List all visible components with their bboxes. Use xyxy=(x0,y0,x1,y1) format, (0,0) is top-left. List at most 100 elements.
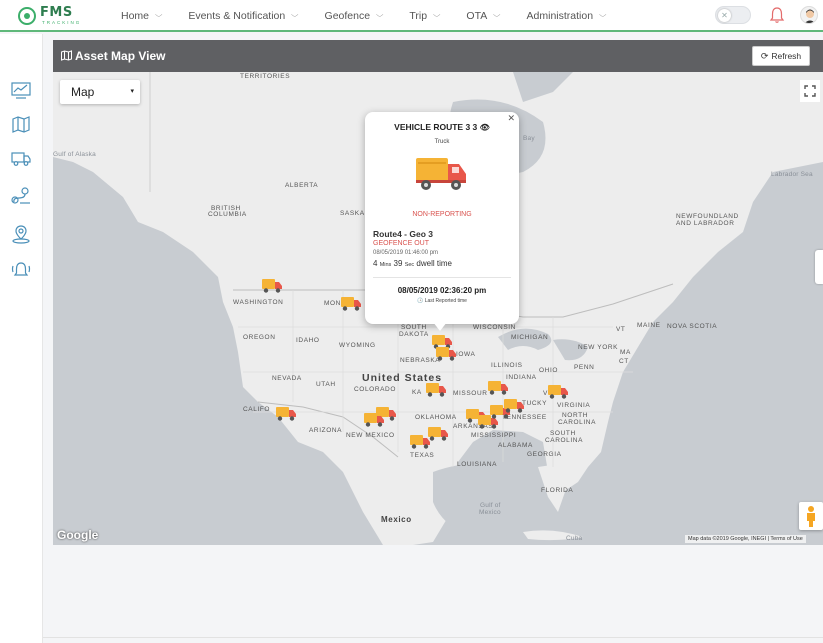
popup-route: Route4 - Geo 3 xyxy=(373,229,433,239)
asset-map[interactable]: TERRITORIES Gulf of Alaska ALBERTA BRITI… xyxy=(53,72,823,545)
map-label: TUCKY xyxy=(522,400,548,407)
map-label: FLORIDA xyxy=(541,487,574,494)
map-label: Cuba xyxy=(566,535,583,542)
map-label: COLUMBIA xyxy=(208,211,247,218)
refresh-button[interactable]: ⟳ Refresh xyxy=(752,46,810,66)
top-bar: FMS TRACKING Home ⌵ Events & Notification… xyxy=(0,0,823,32)
map-label: CAROLINA xyxy=(558,419,597,426)
truck-marker[interactable] xyxy=(363,410,385,428)
map-label: LOUISIANA xyxy=(457,461,498,468)
map-label: NOVA SCOTIA xyxy=(667,323,718,330)
nav-administration[interactable]: Administration ⌵ xyxy=(526,10,607,22)
map-label: CT xyxy=(619,358,629,365)
map-label: SOUTH xyxy=(550,430,576,437)
dwell-secs-unit: Sec xyxy=(404,262,415,268)
map-label: WASHINGTON xyxy=(233,299,284,306)
popup-status: NON-REPORTING xyxy=(412,211,472,218)
map-label: VIRGINIA xyxy=(557,402,591,409)
street-view-pegman-icon[interactable] xyxy=(799,502,823,530)
map-label: ARIZONA xyxy=(309,427,343,434)
main-nav: Home ⌵ Events & Notification ⌵ Geofence ⌵ T… xyxy=(121,0,607,32)
popup-vehicle-type: Truck xyxy=(434,139,450,145)
chevron-down-icon: ⌵ xyxy=(493,12,501,19)
refresh-label: Refresh xyxy=(771,51,802,61)
map-label: MISSOUR xyxy=(453,390,488,397)
dashboard-icon[interactable] xyxy=(10,80,32,100)
google-logo: Google xyxy=(57,528,99,542)
nav-ota-label: OTA xyxy=(466,10,488,22)
user-icon xyxy=(804,9,816,23)
map-icon[interactable] xyxy=(10,114,32,134)
chevron-down-icon: ⌵ xyxy=(433,12,441,19)
map-label: SASKA xyxy=(340,210,365,217)
nav-ota[interactable]: OTA ⌵ xyxy=(466,10,501,22)
map-type-select[interactable]: Map ▾ xyxy=(60,80,140,104)
dwell-suffix: dwell time xyxy=(416,259,452,268)
truck-icon xyxy=(416,158,466,190)
map-label-country: Mexico xyxy=(381,515,412,524)
nav-administration-label: Administration xyxy=(526,10,594,22)
nav-trip[interactable]: Trip ⌵ xyxy=(409,10,441,22)
chevron-down-icon: ⌵ xyxy=(376,12,384,19)
app-logo[interactable]: FMS TRACKING xyxy=(18,5,82,28)
truck-marker[interactable] xyxy=(261,276,283,294)
map-label: COLORADO xyxy=(354,386,397,393)
map-label: WYOMING xyxy=(339,342,376,349)
fullscreen-icon[interactable] xyxy=(800,80,820,102)
nav-events-notification[interactable]: Events & Notification ⌵ xyxy=(188,10,298,22)
truck-marker[interactable] xyxy=(547,382,569,400)
map-attribution[interactable]: Map data ©2019 Google, INEGI | Terms of … xyxy=(685,535,806,543)
page-title: Asset Map View xyxy=(75,49,166,63)
nav-geofence-label: Geofence xyxy=(324,10,371,22)
map-label: CAROLINA xyxy=(545,437,584,444)
eye-icon[interactable]: 👁 xyxy=(480,123,490,132)
truck-marker[interactable] xyxy=(340,294,362,312)
sidebar xyxy=(0,34,43,643)
alarm-bell-icon[interactable] xyxy=(10,260,32,280)
map-label: NEVADA xyxy=(272,375,302,382)
location-pin-icon[interactable] xyxy=(10,224,32,244)
map-label: NORTH xyxy=(562,412,588,419)
map-label: CALIFO xyxy=(243,406,271,413)
notification-bell-icon[interactable] xyxy=(769,6,785,24)
truck-marker[interactable] xyxy=(487,378,509,396)
theme-toggle[interactable]: ✕ xyxy=(715,6,751,24)
refresh-icon: ⟳ xyxy=(760,50,769,61)
map-label: Labrador Sea xyxy=(771,171,813,178)
truck-marker[interactable] xyxy=(275,404,297,422)
map-label: TEXAS xyxy=(410,452,435,459)
route-icon[interactable] xyxy=(10,186,32,206)
nav-trip-label: Trip xyxy=(409,10,428,22)
map-label: Mexico xyxy=(479,509,501,516)
map-label: PENN xyxy=(574,364,595,371)
truck-icon[interactable] xyxy=(10,148,32,168)
truck-marker[interactable] xyxy=(503,396,525,414)
map-label: KA xyxy=(412,389,422,396)
popup-event-time: 08/05/2019 01:46:00 pm xyxy=(373,250,439,256)
divider xyxy=(373,277,511,278)
logo-pin-icon xyxy=(18,7,36,25)
side-drawer-handle[interactable] xyxy=(815,250,823,284)
caret-down-icon: ▾ xyxy=(130,88,134,95)
popup-vehicle-name: VEHICLE ROUTE 3 3 xyxy=(394,122,478,132)
truck-marker[interactable] xyxy=(427,424,449,442)
map-label: OHIO xyxy=(539,367,559,374)
map-label: NEW YORK xyxy=(578,344,619,351)
truck-marker[interactable] xyxy=(435,344,457,362)
map-type-value: Map xyxy=(71,85,95,99)
nav-geofence[interactable]: Geofence ⌵ xyxy=(324,10,384,22)
map-label: VT xyxy=(616,326,626,333)
map-label: ALBERTA xyxy=(285,182,319,189)
user-avatar[interactable] xyxy=(800,6,818,24)
map-label: MA xyxy=(620,349,631,356)
close-icon: ✕ xyxy=(718,9,731,22)
map-label: MISSISSIPPI xyxy=(471,432,517,439)
map-label: UTAH xyxy=(316,381,336,388)
map-label: DAKOTA xyxy=(399,331,429,338)
nav-home[interactable]: Home ⌵ xyxy=(121,10,162,22)
map-label: ILLINOIS xyxy=(491,362,523,369)
dwell-mins-unit: Mins xyxy=(379,262,392,268)
logo-subtext: TRACKING xyxy=(42,20,82,25)
popup-dwell-time: 4 Mins 39 Sec dwell time xyxy=(373,259,452,268)
truck-marker[interactable] xyxy=(425,380,447,398)
